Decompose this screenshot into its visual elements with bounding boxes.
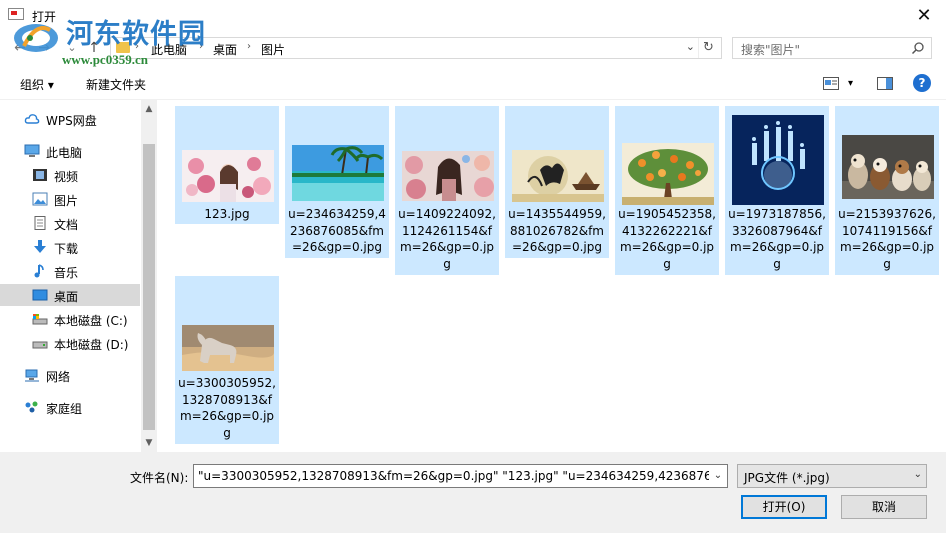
cancel-button[interactable]: 取消 bbox=[841, 495, 927, 519]
sidebar-item-videos[interactable]: 视频 bbox=[0, 164, 140, 186]
sidebar-item-network[interactable]: 网络 bbox=[0, 364, 140, 386]
scroll-down-button[interactable]: ▼ bbox=[141, 435, 157, 451]
preview-pane-icon[interactable] bbox=[877, 77, 893, 90]
filetype-value: JPG文件 (*.jpg) bbox=[744, 471, 830, 485]
scroll-up-button[interactable]: ▲ bbox=[141, 101, 157, 117]
search-icon[interactable] bbox=[911, 41, 925, 55]
sidebar-item-label: 桌面 bbox=[54, 290, 79, 304]
sidebar-item-pictures[interactable]: 图片 bbox=[0, 188, 140, 210]
thumbnail-beach bbox=[292, 145, 384, 201]
file-list: 123.jpg u=234634259,4236876085&fm=26&gp=… bbox=[158, 100, 946, 452]
file-name: u=1905452358,4132262221&fm=26&gp=0.jpg bbox=[618, 207, 716, 271]
watermark-url: www.pc0359.cn bbox=[62, 52, 148, 67]
refresh-button[interactable]: ↻ bbox=[698, 38, 718, 58]
thumbnail-digital-hand bbox=[732, 115, 824, 205]
sidebar-item-label: 家庭组 bbox=[46, 402, 83, 416]
desktop-icon bbox=[32, 289, 48, 301]
sidebar-item-downloads[interactable]: 下载 bbox=[0, 236, 140, 258]
breadcrumb-separator[interactable]: › bbox=[247, 41, 251, 52]
homegroup-icon bbox=[25, 401, 38, 413]
close-button[interactable]: ✕ bbox=[912, 4, 936, 28]
file-tile[interactable]: u=1435544959,881026782&fm=26&gp=0.jpg bbox=[505, 106, 609, 258]
breadcrumb-pictures[interactable]: 图片 bbox=[261, 41, 285, 58]
open-button[interactable]: 打开(O) bbox=[741, 495, 827, 519]
file-name: u=1409224092,1124261154&fm=26&gp=0.jpg bbox=[398, 207, 496, 271]
sidebar-item-this-pc[interactable]: 此电脑 bbox=[0, 140, 140, 162]
command-toolbar: 组织 ▾ 新建文件夹 ▾ bbox=[0, 68, 946, 100]
watermark: 河东软件园 www.pc0359.cn bbox=[6, 10, 206, 70]
sidebar-item-label: 本地磁盘 (C:) bbox=[54, 314, 128, 328]
thumbnail-orange-tree bbox=[622, 143, 714, 205]
thumbnail-girl-flowers bbox=[402, 151, 494, 201]
help-button[interactable]: ? bbox=[913, 74, 931, 92]
thumbnail-puppies bbox=[842, 135, 934, 199]
network-icon bbox=[25, 369, 39, 382]
filename-label: 文件名(N): bbox=[130, 471, 189, 485]
filename-dropdown-icon[interactable]: ⌄ bbox=[709, 465, 727, 487]
sidebar-item-label: WPS网盘 bbox=[46, 114, 97, 128]
file-name: u=1435544959,881026782&fm=26&gp=0.jpg bbox=[508, 207, 606, 254]
scrollbar-thumb[interactable] bbox=[143, 144, 155, 430]
search-placeholder: 搜索"图片" bbox=[741, 43, 801, 57]
chevron-down-icon[interactable]: ⌄ bbox=[914, 469, 922, 480]
search-input[interactable]: 搜索"图片" bbox=[732, 37, 932, 59]
filename-value[interactable]: "u=3300305952,1328708913&fm=26&gp=0.jpg"… bbox=[198, 469, 727, 483]
sidebar-item-label: 此电脑 bbox=[46, 146, 83, 160]
file-name: 123.jpg bbox=[204, 207, 250, 221]
sidebar-item-label: 音乐 bbox=[54, 266, 79, 280]
thumbnail-ink-painting bbox=[512, 150, 604, 202]
sidebar-item-label: 图片 bbox=[54, 194, 79, 208]
organize-menu[interactable]: 组织 ▾ bbox=[20, 76, 54, 93]
file-name: u=1973187856,3326087964&fm=26&gp=0.jpg bbox=[728, 207, 826, 271]
watermark-logo bbox=[14, 24, 58, 52]
sidebar-item-documents[interactable]: 文档 bbox=[0, 212, 140, 234]
computer-icon bbox=[24, 144, 40, 157]
breadcrumb-desktop[interactable]: 桌面 bbox=[213, 41, 237, 58]
address-dropdown-icon[interactable]: ⌄ bbox=[686, 40, 695, 53]
sidebar-item-desktop[interactable]: 桌面 bbox=[0, 284, 140, 306]
thumbnail-roses-girl bbox=[182, 150, 274, 202]
filename-input[interactable]: "u=3300305952,1328708913&fm=26&gp=0.jpg"… bbox=[193, 464, 728, 488]
download-icon bbox=[34, 240, 46, 253]
view-mode-icon[interactable] bbox=[823, 77, 839, 90]
drive-c-icon bbox=[32, 314, 48, 325]
pictures-icon bbox=[32, 192, 48, 206]
sidebar-item-label: 下载 bbox=[54, 242, 79, 256]
video-icon bbox=[33, 169, 47, 181]
file-name: u=2153937626,1074119156&fm=26&gp=0.jpg bbox=[838, 207, 936, 271]
sidebar-item-music[interactable]: 音乐 bbox=[0, 260, 140, 282]
sidebar-item-drive-c[interactable]: 本地磁盘 (C:) bbox=[0, 308, 140, 330]
watermark-title: 河东软件园 bbox=[66, 19, 206, 50]
file-tile[interactable]: 123.jpg bbox=[175, 106, 279, 224]
sidebar-item-label: 本地磁盘 (D:) bbox=[54, 338, 129, 352]
file-name: u=234634259,4236876085&fm=26&gp=0.jpg bbox=[288, 207, 386, 254]
view-dropdown-icon[interactable]: ▾ bbox=[848, 78, 853, 89]
sidebar-item-wps-cloud[interactable]: WPS网盘 bbox=[0, 108, 140, 130]
file-name: u=3300305952,1328708913&fm=26&gp=0.jpg bbox=[178, 376, 276, 440]
file-tile[interactable]: u=1905452358,4132262221&fm=26&gp=0.jpg bbox=[615, 106, 719, 275]
filetype-select[interactable]: JPG文件 (*.jpg) ⌄ bbox=[737, 464, 927, 488]
sidebar-item-label: 文档 bbox=[54, 218, 79, 232]
file-tile[interactable]: u=1973187856,3326087964&fm=26&gp=0.jpg bbox=[725, 106, 829, 275]
cloud-icon bbox=[24, 114, 40, 124]
sidebar-item-label: 网络 bbox=[46, 370, 71, 384]
new-folder-button[interactable]: 新建文件夹 bbox=[86, 76, 146, 93]
sidebar-item-homegroup[interactable]: 家庭组 bbox=[0, 396, 140, 418]
documents-icon bbox=[34, 216, 46, 230]
thumbnail-horse-desert bbox=[182, 325, 274, 371]
file-tile[interactable]: u=234634259,4236876085&fm=26&gp=0.jpg bbox=[285, 106, 389, 258]
music-icon bbox=[34, 264, 44, 278]
file-tile[interactable]: u=1409224092,1124261154&fm=26&gp=0.jpg bbox=[395, 106, 499, 275]
file-tile[interactable]: u=3300305952,1328708913&fm=26&gp=0.jpg bbox=[175, 276, 279, 444]
navigation-pane: WPS网盘 此电脑 视频 图片 文档 下载 音乐 桌面 本地磁盘 (C:) 本地… bbox=[0, 100, 157, 452]
drive-d-icon bbox=[32, 341, 48, 349]
sidebar-item-label: 视频 bbox=[54, 170, 79, 184]
sidebar-item-drive-d[interactable]: 本地磁盘 (D:) bbox=[0, 332, 140, 354]
file-tile[interactable]: u=2153937626,1074119156&fm=26&gp=0.jpg bbox=[835, 106, 939, 275]
